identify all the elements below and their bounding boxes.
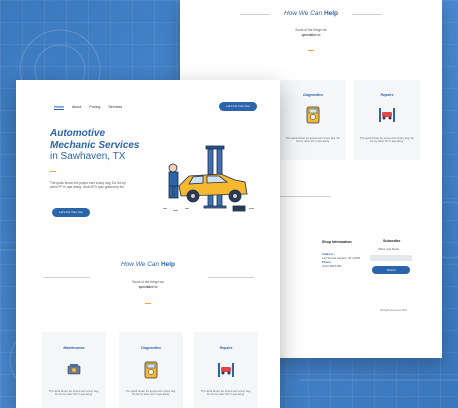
hero-fix-car-button[interactable]: Let's Fix Your Car bbox=[52, 208, 90, 217]
card-desc: The quick brown fox jumps over a lazy do… bbox=[286, 137, 340, 144]
back-section-sub-line2: specialize in bbox=[301, 32, 321, 37]
subscribe-button[interactable]: Submit bbox=[372, 266, 410, 274]
subscribe-email-input[interactable] bbox=[370, 255, 412, 261]
subscribe-heading: Subscribe bbox=[383, 239, 401, 243]
front-orange-divider bbox=[145, 303, 151, 304]
card-desc: The quick brown fox jumps over a lazy do… bbox=[201, 390, 251, 397]
front-card-repairs[interactable]: Repairs The quick brown fox jumps over a… bbox=[194, 332, 258, 408]
back-section-title: How We Can Help bbox=[180, 10, 442, 17]
title-rule-right bbox=[208, 277, 254, 278]
card-title: Diagnostics bbox=[303, 93, 323, 97]
hero-description: The quick brown fox jumps over a lazy do… bbox=[50, 181, 126, 190]
copyright-text: All Rights Reserved 2021 bbox=[380, 309, 407, 312]
front-section-title: How We Can Help bbox=[16, 261, 280, 268]
front-card-maintenance[interactable]: Maintenance The quick brown fox jumps ov… bbox=[42, 332, 106, 408]
back-orange-divider bbox=[308, 50, 314, 51]
card-title: Maintenance bbox=[63, 346, 85, 350]
front-section-sub: Some of the things we specialize in bbox=[16, 280, 280, 289]
shop-address: Address : 123 Sunset Heights, ST 12345 P… bbox=[322, 252, 362, 268]
title-rule-left bbox=[240, 14, 270, 15]
back-section-title-bold: Help bbox=[323, 10, 339, 17]
nav-services[interactable]: Services bbox=[108, 105, 122, 109]
nav-about[interactable]: About bbox=[72, 105, 81, 109]
nav-home[interactable]: Home bbox=[54, 105, 64, 109]
front-page-mockup: Home About Pricing Services Let's Fix Yo… bbox=[16, 80, 280, 408]
main-nav: Home About Pricing Services bbox=[54, 105, 122, 109]
hero-title-line3: in Sawhaven, TX bbox=[50, 151, 126, 162]
card-title: Repairs bbox=[380, 93, 394, 97]
car-lift-icon bbox=[217, 362, 235, 383]
hero-orange-divider bbox=[50, 171, 56, 172]
title-rule-left bbox=[44, 277, 90, 278]
subscribe-text: Offers and Deals bbox=[378, 247, 399, 251]
shop-info-heading: Shop Information bbox=[322, 240, 352, 244]
phone-value: (123) 456-6789 bbox=[322, 264, 342, 268]
title-rule-right bbox=[352, 14, 382, 15]
back-section-title-italic: How We Can bbox=[283, 10, 323, 17]
engine-icon bbox=[66, 363, 82, 382]
card-desc: The quick brown fox jumps over a lazy do… bbox=[49, 390, 99, 397]
card-desc: The quick brown fox jumps over a lazy do… bbox=[126, 390, 176, 397]
multimeter-icon bbox=[306, 106, 320, 129]
card-desc: The quick brown fox jumps over a lazy do… bbox=[360, 137, 414, 144]
front-section-title-italic: How We Can bbox=[120, 261, 160, 268]
hero-title: Automotive Mechanic Services in Sawhaven… bbox=[50, 128, 160, 163]
card-title: Repairs bbox=[219, 346, 233, 350]
hero-title-line1: Automotive bbox=[50, 128, 105, 139]
mechanic-car-illustration bbox=[159, 142, 259, 227]
nav-pricing[interactable]: Pricing bbox=[89, 105, 100, 109]
front-card-diagnostics[interactable]: Diagnostics The quick brown fox jumps ov… bbox=[119, 332, 183, 408]
back-card-diagnostics[interactable]: Diagnostics The quick brown fox jumps ov… bbox=[280, 80, 346, 160]
fix-car-top-button[interactable]: Let's Fix Your Car bbox=[219, 102, 257, 111]
back-section-sub: Some of the things we specialize in bbox=[180, 28, 442, 37]
footer-rule bbox=[280, 196, 330, 197]
front-section-title-bold: Help bbox=[160, 261, 176, 268]
multimeter-icon bbox=[144, 361, 158, 384]
hero-title-line2: Mechanic Services bbox=[50, 139, 140, 151]
back-card-repairs[interactable]: Repairs The quick brown fox jumps over a… bbox=[354, 80, 420, 160]
front-section-sub-line2: specialize in bbox=[138, 284, 158, 289]
card-title: Diagnostics bbox=[141, 346, 161, 350]
car-lift-icon bbox=[378, 107, 396, 128]
